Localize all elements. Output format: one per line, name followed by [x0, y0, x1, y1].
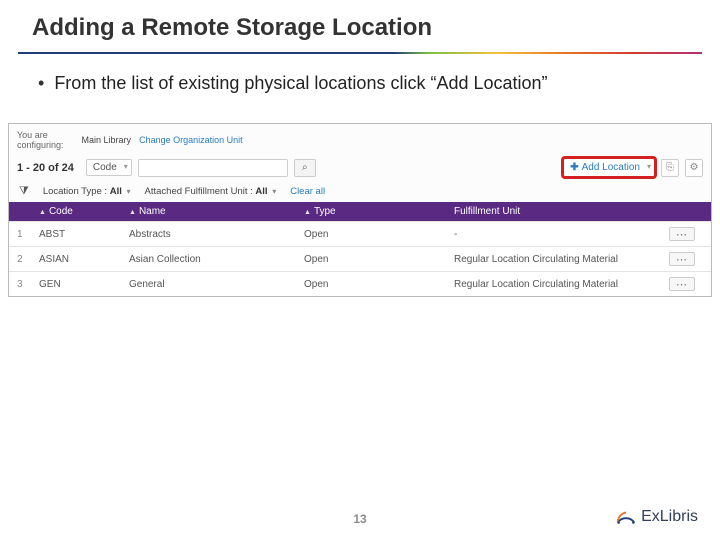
config-row: You are configuring: Main Library Change… [9, 124, 711, 154]
page-number: 13 [0, 512, 720, 526]
brand-text: ExLibris [641, 508, 698, 526]
add-location-button[interactable]: ✚ Add Location [563, 158, 655, 177]
change-org-link[interactable]: Change Organization Unit [139, 135, 243, 145]
clear-filters-link[interactable]: Clear all [290, 186, 325, 197]
filter-location-type[interactable]: Location Type : All ▾ [43, 186, 131, 197]
search-button[interactable]: ⌕ [294, 159, 316, 177]
gear-icon[interactable]: ⚙ [685, 159, 703, 177]
bullet-block: • From the list of existing physical loc… [0, 54, 720, 95]
bullet-dot: • [38, 72, 44, 94]
config-label: You are configuring: [17, 130, 64, 150]
plus-icon: ✚ [570, 162, 578, 173]
exlibris-arc-icon [615, 506, 637, 528]
export-icon[interactable]: ⎘ [661, 159, 679, 177]
brand-logo: ExLibris [615, 506, 698, 528]
row-actions-button[interactable]: ⋯ [669, 227, 695, 241]
bullet-text: From the list of existing physical locat… [54, 72, 547, 95]
table-row: 2 ASIAN Asian Collection Open Regular Lo… [9, 246, 711, 271]
col-name[interactable]: ▲Name [129, 206, 304, 217]
col-fulfillment-unit: Fulfillment Unit [454, 206, 669, 217]
chevron-down-icon: ▾ [272, 187, 276, 196]
filter-icon: ⧩ [19, 185, 29, 198]
search-input[interactable] [138, 159, 288, 177]
config-unit: Main Library [82, 135, 132, 145]
add-location-label: Add Location [582, 162, 640, 173]
table-row: 1 ABST Abstracts Open - ⋯ [9, 221, 711, 246]
filter-fulfillment-unit[interactable]: Attached Fulfillment Unit : All ▾ [145, 186, 277, 197]
row-actions-button[interactable]: ⋯ [669, 277, 695, 291]
col-code[interactable]: ▲Code [39, 206, 129, 217]
row-actions-button[interactable]: ⋯ [669, 252, 695, 266]
chevron-down-icon: ▾ [127, 187, 131, 196]
filter-bar: ⧩ Location Type : All ▾ Attached Fulfill… [9, 181, 711, 202]
toolbar: 1 - 20 of 24 Code ⌕ ✚ Add Location ⎘ ⚙ [9, 154, 711, 181]
col-type[interactable]: ▲Type [304, 206, 454, 217]
search-icon: ⌕ [302, 162, 308, 173]
table-header: ▲Code ▲Name ▲Type Fulfillment Unit [9, 202, 711, 221]
table-row: 3 GEN General Open Regular Location Circ… [9, 271, 711, 296]
slide-title: Adding a Remote Storage Location [0, 0, 720, 50]
sort-dropdown[interactable]: Code [86, 159, 132, 176]
app-screenshot: You are configuring: Main Library Change… [8, 123, 712, 297]
result-range: 1 - 20 of 24 [17, 162, 74, 174]
